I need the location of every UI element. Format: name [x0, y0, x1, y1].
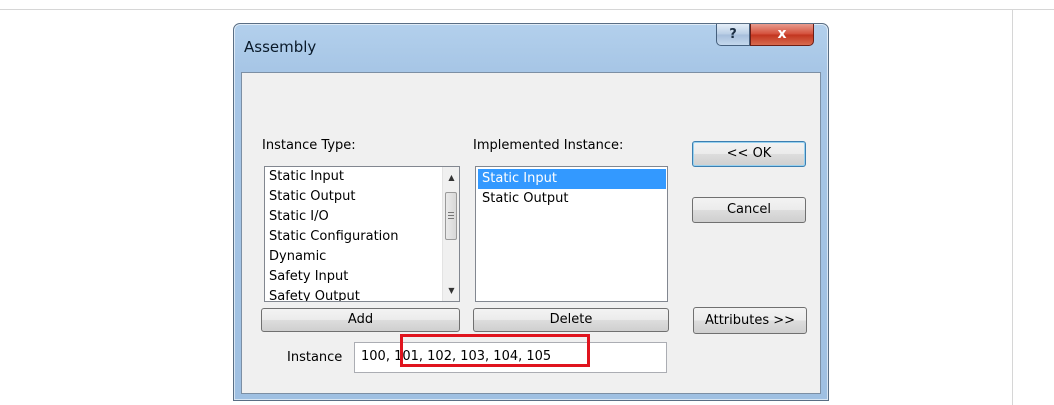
scroll-grip-icon — [448, 212, 454, 221]
page-border-right — [1012, 9, 1013, 405]
list-item[interactable]: Static Input — [265, 167, 459, 187]
cancel-button[interactable]: Cancel — [692, 197, 806, 223]
list-item[interactable]: Static I/O — [265, 207, 459, 227]
add-button[interactable]: Add — [261, 308, 460, 332]
scroll-down-arrow-icon[interactable]: ▼ — [443, 282, 459, 299]
list-item[interactable]: Static Output — [478, 189, 666, 209]
implemented-instance-list[interactable]: Static Input Static Output — [475, 166, 668, 302]
list-item[interactable]: Safety Output — [265, 287, 459, 301]
window-title: Assembly — [244, 38, 317, 56]
attributes-button[interactable]: Attributes >> — [693, 307, 807, 334]
list-item[interactable]: Static Configuration — [265, 227, 459, 247]
implemented-instance-label: Implemented Instance: — [473, 138, 624, 153]
list-item[interactable]: Safety Input — [265, 267, 459, 287]
dialog-client-area: Instance Type: Static Input Static Output… — [241, 72, 821, 394]
list-item[interactable]: Dynamic — [265, 247, 459, 267]
ok-button[interactable]: << OK — [692, 141, 806, 167]
instance-type-label: Instance Type: — [262, 138, 356, 153]
help-button[interactable]: ? — [716, 24, 750, 46]
scroll-thumb[interactable] — [445, 192, 457, 240]
implemented-instance-items: Static Input Static Output — [478, 169, 666, 209]
list-item[interactable]: Static Output — [265, 187, 459, 207]
instance-type-items: Static Input Static Output Static I/O Stati… — [265, 167, 459, 301]
instance-type-list[interactable]: Static Input Static Output Static I/O Stati… — [264, 166, 460, 302]
page-border-top — [0, 9, 1054, 10]
instance-label: Instance — [287, 350, 343, 365]
list-item[interactable]: Static Input — [478, 169, 666, 189]
instance-type-scrollbar[interactable]: ▲ ▼ — [442, 167, 459, 301]
delete-button[interactable]: Delete — [473, 308, 669, 332]
close-button[interactable]: x — [750, 24, 814, 46]
scroll-up-arrow-icon[interactable]: ▲ — [443, 169, 459, 186]
assembly-dialog: Assembly ? x Instance Type: Static Input… — [233, 23, 829, 401]
instance-input[interactable]: 100, 101, 102, 103, 104, 105 — [354, 342, 667, 373]
